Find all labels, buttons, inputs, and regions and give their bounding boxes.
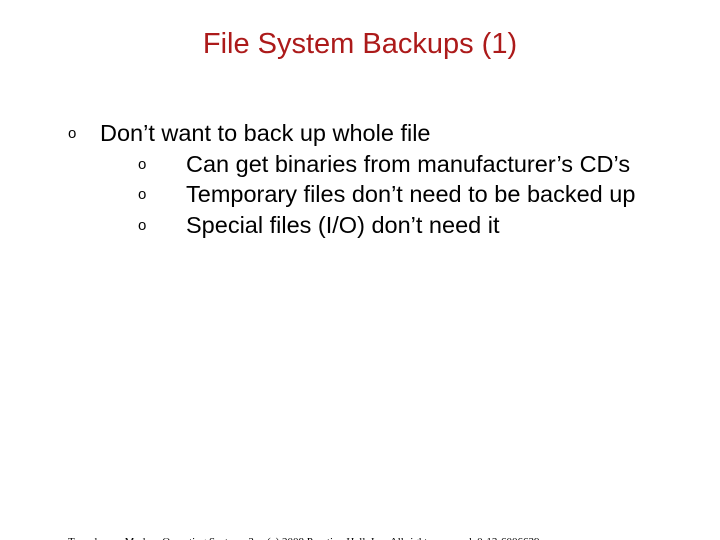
bullet-icon: o	[138, 150, 186, 174]
list-item-text: Can get binaries from manufacturer’s CD’…	[186, 150, 700, 179]
bullet-icon: o	[138, 180, 186, 204]
list-item: o Don’t want to back up whole file	[68, 119, 700, 148]
slide-title: File System Backups (1)	[0, 28, 720, 61]
list-item-text: Don’t want to back up whole file	[100, 119, 431, 148]
list-item-text: Temporary files don’t need to be backed …	[186, 180, 700, 209]
slide-content: o Don’t want to back up whole file o Can…	[68, 119, 700, 240]
list-item: o Special files (I/O) don’t need it	[138, 211, 700, 240]
bullet-icon: o	[138, 211, 186, 235]
list-item-text: Special files (I/O) don’t need it	[186, 211, 700, 240]
list-item: o Temporary files don’t need to be backe…	[138, 180, 700, 209]
slide: File System Backups (1) o Don’t want to …	[0, 28, 720, 540]
sub-list: o Can get binaries from manufacturer’s C…	[138, 150, 700, 240]
list-item: o Can get binaries from manufacturer’s C…	[138, 150, 700, 179]
bullet-icon: o	[68, 119, 100, 143]
footer-text: Tanenbaum, Modern Operating Systems 3 e,…	[68, 536, 540, 540]
